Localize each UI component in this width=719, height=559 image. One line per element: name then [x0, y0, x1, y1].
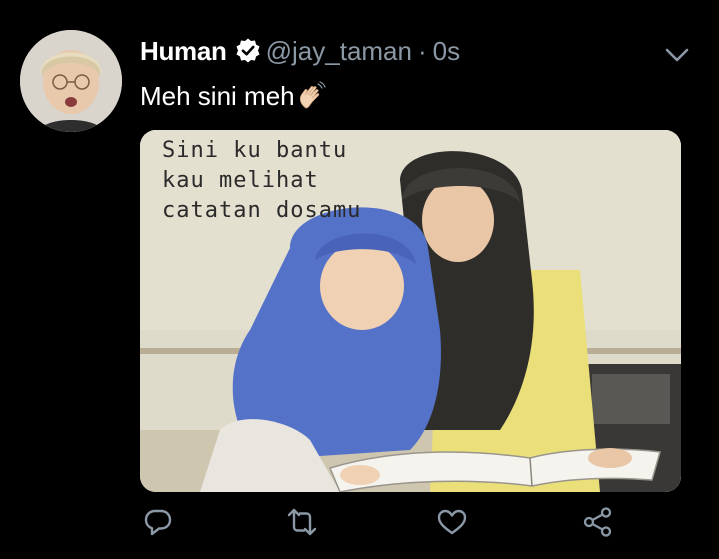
reply-icon[interactable] [142, 506, 174, 538]
caption-line: catatan dosamu [162, 198, 362, 223]
display-name[interactable]: Human [140, 36, 227, 67]
caption-line: Sini ku bantu [162, 138, 348, 163]
chevron-down-icon[interactable] [662, 40, 692, 70]
caption-line: kau melihat [162, 168, 319, 193]
tweet-text-container: Meh sini meh [140, 80, 328, 112]
media-caption: Sini ku bantu kau melihat catatan dosamu [162, 136, 361, 226]
tweet-header: Human @jay_taman · 0s [140, 34, 460, 68]
waving-hand-icon [296, 80, 328, 112]
tweet-text: Meh sini meh [140, 80, 295, 111]
tweet[interactable]: Human @jay_taman · 0s Meh sini meh Sini … [0, 0, 719, 559]
tweet-media[interactable]: Sini ku bantu kau melihat catatan dosamu [140, 130, 681, 492]
avatar-image [20, 30, 122, 132]
like-icon[interactable] [436, 506, 468, 538]
share-icon[interactable] [582, 506, 614, 538]
retweet-icon[interactable] [286, 506, 318, 538]
user-handle[interactable]: @jay_taman [266, 36, 412, 67]
verified-badge-icon [234, 37, 262, 65]
timestamp[interactable]: 0s [433, 36, 460, 67]
tweet-actions [140, 500, 620, 544]
separator-dot: · [417, 35, 427, 66]
avatar[interactable] [20, 30, 122, 132]
